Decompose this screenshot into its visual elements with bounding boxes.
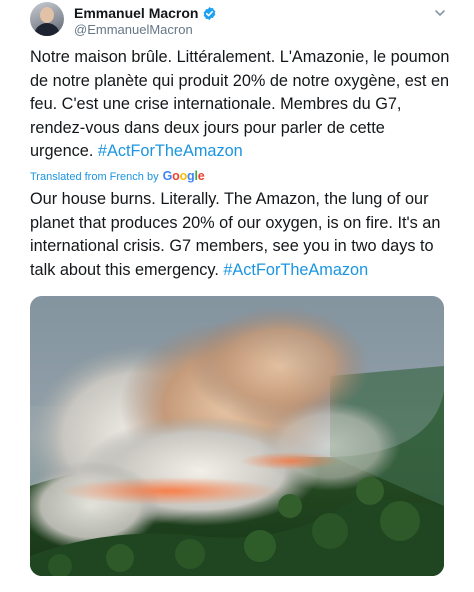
translation-attribution[interactable]: Translated from French by Google bbox=[30, 169, 205, 183]
author-name-row[interactable]: Emmanuel Macron bbox=[74, 5, 217, 21]
google-logo: Google bbox=[162, 169, 205, 183]
tweet-original-text: Notre maison brûle. Littéralement. L'Ama… bbox=[30, 46, 450, 164]
tweet-card: Emmanuel Macron @EmmanuelMacron Notre ma… bbox=[0, 0, 474, 592]
hashtag-link[interactable]: #ActForTheAmazon bbox=[98, 142, 243, 160]
verified-badge-icon bbox=[202, 6, 217, 21]
translation-label: Translated from French by bbox=[30, 171, 159, 183]
avatar[interactable] bbox=[30, 2, 64, 36]
author-handle[interactable]: @EmmanuelMacron bbox=[74, 22, 193, 37]
tweet-translated-text: Our house burns. Literally. The Amazon, … bbox=[30, 188, 450, 282]
author-display-name[interactable]: Emmanuel Macron bbox=[74, 5, 198, 21]
hashtag-link[interactable]: #ActForTheAmazon bbox=[223, 261, 368, 279]
chevron-down-icon[interactable] bbox=[434, 6, 446, 18]
tweet-photo[interactable] bbox=[30, 296, 444, 576]
